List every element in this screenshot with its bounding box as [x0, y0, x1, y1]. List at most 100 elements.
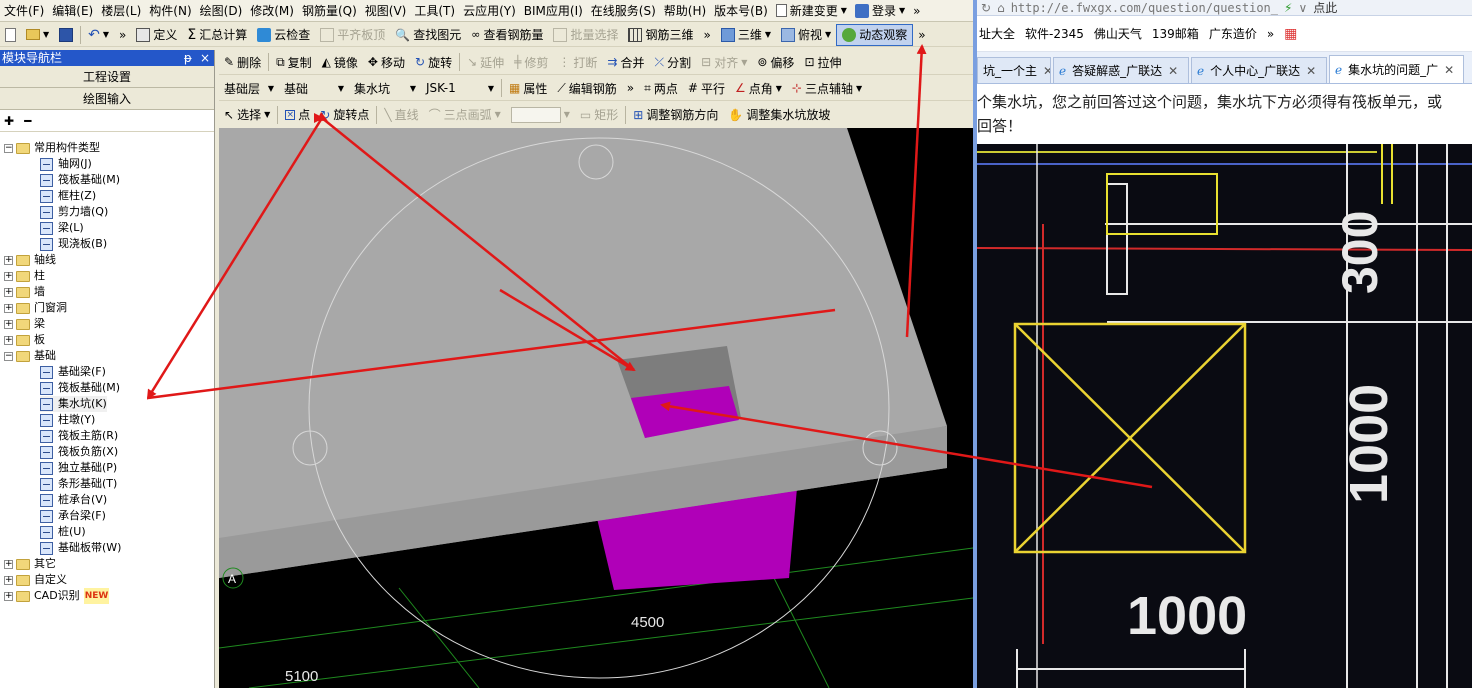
lightning-icon[interactable]: ⚡ [1284, 1, 1292, 15]
3d-scene[interactable]: A 4500 5100 [219, 128, 973, 688]
menu-item-cloud[interactable]: 云应用(Y) [459, 1, 520, 21]
three-point-arc-button[interactable]: ⌒ 三点画弧 ▼ [424, 104, 506, 126]
edit-rebar-button[interactable]: ⟋ 编辑钢筋 [552, 77, 621, 99]
tree-item[interactable]: 剪力墙(Q) [40, 204, 108, 220]
top-view-button[interactable]: 俯视 ▼ [776, 24, 836, 46]
tree-folder[interactable]: + 梁 [4, 316, 45, 332]
menu-item-online[interactable]: 在线服务(S) [587, 1, 660, 21]
expand-icon[interactable]: + [4, 319, 13, 329]
browser-tab[interactable]: ℯ 个人中心_广联达 ✕ [1191, 57, 1327, 83]
adjust-pit-slope-button[interactable]: ✋ 调整集水坑放坡 [723, 104, 835, 126]
open-folder-icon[interactable]: ▼ [21, 24, 54, 46]
save-icon[interactable] [54, 24, 78, 46]
tree-folder[interactable]: + 柱 [4, 268, 45, 284]
overflow-icon[interactable]: » [622, 77, 639, 99]
home-icon[interactable]: ⌂ [997, 1, 1005, 15]
copy-button[interactable]: ⧉ 复制 [271, 51, 317, 73]
close-icon[interactable]: ✕ [1043, 64, 1050, 78]
tree-item[interactable]: 承台梁(F) [40, 508, 106, 524]
expand-icon[interactable]: + [4, 559, 13, 569]
chevron-down-icon[interactable]: ∨ [1298, 1, 1307, 15]
overflow-icon[interactable]: » [1267, 27, 1274, 41]
overflow-icon[interactable]: » [909, 1, 924, 21]
view-3d-button[interactable]: 三维 ▼ [716, 24, 776, 46]
menu-item-edit[interactable]: 编辑(E) [48, 1, 97, 21]
menu-item-floor[interactable]: 楼层(L) [97, 1, 145, 21]
refresh-icon[interactable]: ↻ [981, 1, 991, 15]
align-button[interactable]: ⊟ 对齐 ▼ [696, 51, 752, 73]
new-change-button[interactable]: 新建变更 ▼ [772, 1, 851, 21]
menu-item-version[interactable]: 版本号(B) [710, 1, 772, 21]
expand-icon[interactable]: + [4, 575, 13, 585]
tree-folder[interactable]: + 其它 [4, 556, 56, 572]
menu-item-tools[interactable]: 工具(T) [410, 1, 459, 21]
tree-item[interactable]: 独立基础(P) [40, 460, 117, 476]
tree-item[interactable]: 筏板主筋(R) [40, 428, 118, 444]
undo-icon[interactable]: ↶ ▼ [83, 24, 114, 46]
stretch-button[interactable]: ⊡ 拉伸 [799, 51, 846, 73]
tree-item[interactable]: 筏板负筋(X) [40, 444, 118, 460]
browser-tab[interactable]: ℯ 答疑解惑_广联达 ✕ [1053, 57, 1189, 83]
merge-button[interactable]: ⇉ 合并 [602, 51, 649, 73]
layer-select[interactable]: 基础层 ▼ [219, 77, 279, 99]
tree-folder[interactable]: + 自定义 [4, 572, 67, 588]
rotate-button[interactable]: ↻ 旋转 [410, 51, 457, 73]
menu-item-draw[interactable]: 绘图(D) [196, 1, 247, 21]
menu-item-file[interactable]: 文件(F) [0, 1, 48, 21]
expand-icon[interactable]: + [4, 591, 13, 601]
collapse-all-icon[interactable]: ━ [24, 114, 31, 128]
3d-viewport[interactable]: A 4500 5100 [219, 128, 973, 688]
tree-item[interactable]: 柱墩(Y) [40, 412, 95, 428]
close-icon[interactable]: ✕ [1168, 64, 1178, 78]
new-file-icon[interactable] [0, 24, 21, 46]
login-button[interactable]: 登录 ▼ [851, 1, 909, 21]
point-button[interactable]: × 点 [280, 104, 315, 126]
select-button[interactable]: ↖ 选择 ▼ [219, 104, 275, 126]
expand-icon[interactable]: + [4, 303, 13, 313]
close-icon[interactable]: ✕ [1306, 64, 1316, 78]
expand-icon[interactable]: + [4, 335, 13, 345]
view-rebar-qty-button[interactable]: ∞ 查看钢筋量 [466, 24, 548, 46]
overflow-icon[interactable]: » [913, 24, 930, 46]
dynamic-orbit-button[interactable]: 动态观察 [836, 23, 914, 46]
tree-item[interactable]: 条形基础(T) [40, 476, 117, 492]
favorite-item[interactable]: 广东造价 [1209, 25, 1257, 42]
parallel-button[interactable]: # 平行 [683, 77, 730, 99]
collapse-icon[interactable]: − [4, 143, 13, 153]
arc-param-input[interactable]: ▼ [506, 104, 575, 126]
tree-folder[interactable]: + CAD识别 NEW [4, 588, 110, 604]
tree-item[interactable]: 桩(U) [40, 524, 86, 540]
extend-button[interactable]: ↘ 延伸 [462, 51, 509, 73]
batch-select-button[interactable]: 批量选择 [548, 24, 623, 46]
tree-item[interactable]: 基础梁(F) [40, 364, 106, 380]
tree-item[interactable]: 集水坑(K) [40, 396, 107, 412]
adjust-rebar-dir-button[interactable]: ⊞ 调整钢筋方向 [628, 104, 723, 126]
cloud-check-button[interactable]: 云检查 [252, 24, 315, 46]
tree-item[interactable]: 现浇板(B) [40, 236, 107, 252]
property-button[interactable]: ▦ 属性 [504, 77, 552, 99]
favorite-item[interactable]: 139邮箱 [1152, 25, 1199, 42]
close-icon[interactable]: × [200, 50, 210, 66]
tree-item[interactable]: 轴网(J) [40, 156, 92, 172]
menu-item-component[interactable]: 构件(N) [145, 1, 195, 21]
menu-item-help[interactable]: 帮助(H) [660, 1, 710, 21]
draw-input-button[interactable]: 绘图输入 [0, 88, 214, 110]
tree-item[interactable]: 框柱(Z) [40, 188, 96, 204]
rotate-point-button[interactable]: ↻ 旋转点 [315, 104, 374, 126]
browser-tab[interactable]: 坑_一个主✕ [977, 57, 1051, 83]
project-settings-button[interactable]: 工程设置 [0, 66, 214, 88]
favorite-item[interactable]: 软件-2345 [1025, 25, 1084, 42]
break-button[interactable]: ⋮ 打断 [553, 51, 602, 73]
menu-item-bim[interactable]: BIM应用(I) [520, 1, 587, 21]
component-select[interactable]: JSK-1 ▼ [421, 77, 499, 99]
favorite-item[interactable]: 佛山天气 [1094, 25, 1142, 42]
expand-all-icon[interactable]: ✚ [4, 114, 14, 128]
url-text[interactable]: http://e.fwxgx.com/question/question_ [1011, 1, 1278, 15]
line-button[interactable]: ╲ 直线 [379, 104, 423, 126]
favorite-item[interactable]: 址大全 [979, 25, 1015, 42]
tree-item[interactable]: 梁(L) [40, 220, 84, 236]
tree-folder[interactable]: + 轴线 [4, 252, 56, 268]
tree-folder[interactable]: + 墙 [4, 284, 45, 300]
move-button[interactable]: ✥ 移动 [363, 51, 410, 73]
split-button[interactable]: ⤫ 分割 [650, 51, 697, 73]
